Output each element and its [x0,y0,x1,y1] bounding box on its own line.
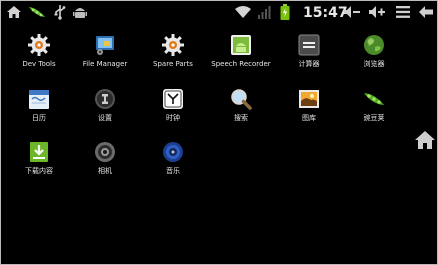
app-label: 相机 [98,167,112,175]
app-browser[interactable]: 浏览器 [341,33,407,69]
app-clock[interactable]: 时钟 [140,87,206,123]
download-icon [27,140,51,164]
globe-icon [362,33,386,57]
app-label: 时钟 [166,114,180,122]
app-search[interactable]: 搜索 [206,87,276,123]
search-icon [229,87,253,111]
app-speech-recorder[interactable]: Speech Recorder [206,33,276,69]
app-label: 设置 [98,114,112,122]
file-manager-icon [93,33,117,57]
gallery-icon [297,87,321,111]
app-camera[interactable]: 相机 [72,140,138,176]
app-label: 搜索 [234,114,248,122]
volume-down-icon[interactable] [343,4,361,24]
app-label: 计算器 [298,60,320,68]
app-wandoujia[interactable]: 豌豆荚 [341,87,407,123]
app-dev-tools[interactable]: Dev Tools [6,33,72,69]
battery-icon [280,4,290,25]
wifi-icon [234,4,252,24]
app-calendar[interactable]: 日历 [6,87,72,123]
menu-icon[interactable] [395,4,411,24]
app-settings[interactable]: 设置 [72,87,138,123]
app-label: 下载内容 [25,167,53,175]
back-icon[interactable] [418,4,434,24]
calculator-icon [297,33,321,57]
volume-up-icon[interactable] [368,4,386,24]
calendar-icon [27,87,51,111]
gear-icon [27,33,51,57]
home-icon[interactable] [414,130,436,154]
clock-icon [161,87,185,111]
settings-icon [93,87,117,111]
pea-pod-icon [27,4,47,24]
app-label: 图库 [302,114,316,122]
app-label: 浏览器 [363,60,385,68]
app-file-manager[interactable]: File Manager [72,33,138,69]
home-icon[interactable] [6,4,22,24]
app-gallery[interactable]: 图库 [276,87,342,123]
app-label: 豌豆荚 [363,114,385,122]
app-label: File Manager [82,60,128,68]
status-bar: 15:47 [0,0,438,27]
app-spare-parts[interactable]: Spare Parts [140,33,206,69]
status-clock: 15:47 [303,5,348,21]
music-icon [161,140,185,164]
pea-pod-icon [362,87,386,111]
app-label: 日历 [32,114,46,122]
speech-recorder-icon [229,33,253,57]
app-calculator[interactable]: 计算器 [276,33,342,69]
signal-icon [257,4,271,24]
android-debug-icon [73,4,87,24]
app-label: Dev Tools [22,60,56,68]
gear-icon [161,33,185,57]
app-music[interactable]: 音乐 [140,140,206,176]
app-label: Speech Recorder [211,60,271,68]
usb-icon [53,4,67,24]
app-downloads[interactable]: 下载内容 [6,140,72,176]
app-label: Spare Parts [153,60,193,68]
camera-icon [93,140,117,164]
app-label: 音乐 [166,167,180,175]
